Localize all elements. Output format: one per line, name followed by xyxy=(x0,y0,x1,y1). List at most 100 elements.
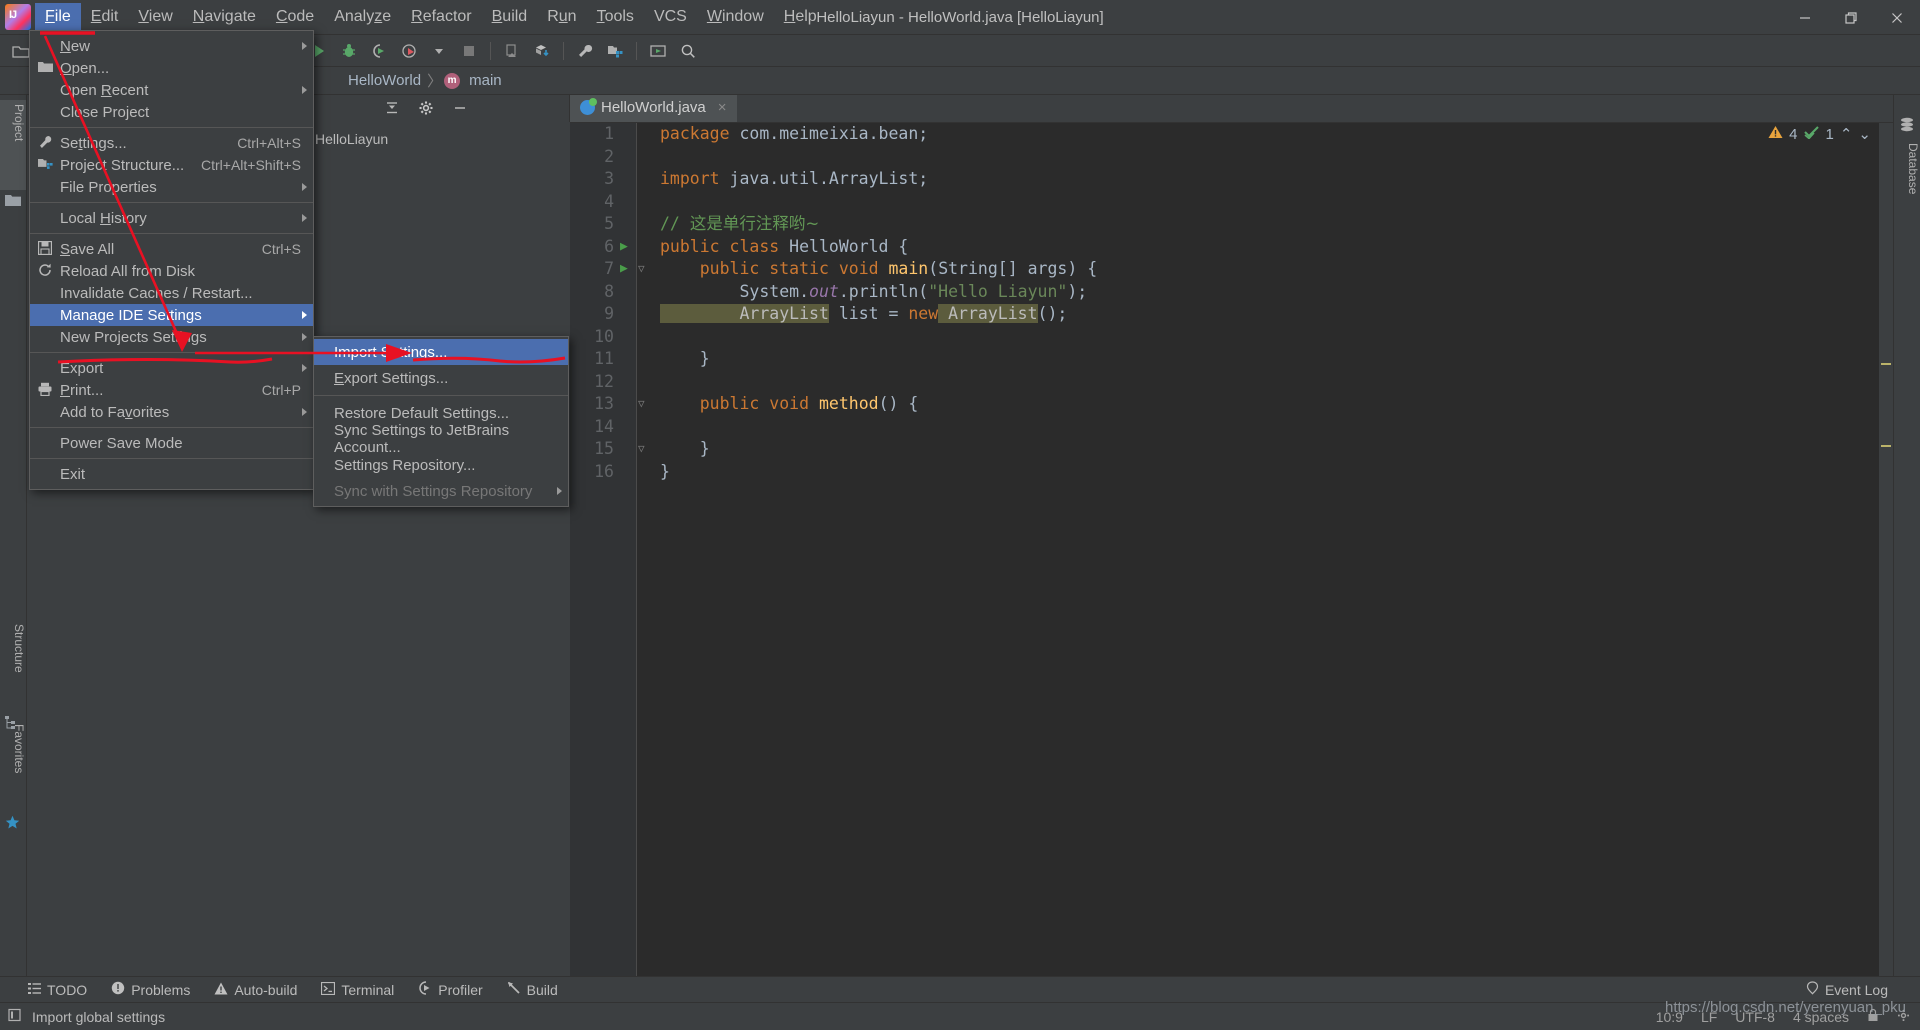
code-line[interactable]: 7 ▶ ▽ public static void main(String[] arg… xyxy=(570,258,1893,281)
menu-item-new[interactable]: New xyxy=(30,35,313,57)
editor-tab-helloworld-java[interactable]: HelloWorld.java × xyxy=(570,95,737,122)
menu-item-sync-settings-to-jetbrains-account[interactable]: Sync Settings to JetBrains Account... xyxy=(314,422,568,456)
menubar-item-code[interactable]: Code xyxy=(266,3,324,31)
menu-item-export[interactable]: Export xyxy=(30,357,313,379)
menu-item-file-properties[interactable]: File Properties xyxy=(30,176,313,198)
menu-item-settings[interactable]: Settings... Ctrl+Alt+S xyxy=(30,132,313,154)
code-line[interactable]: 4 xyxy=(570,191,1893,214)
menubar-item-build[interactable]: Build xyxy=(482,3,538,31)
tool-window-build[interactable]: Build xyxy=(507,981,558,998)
code-line[interactable]: 12 xyxy=(570,371,1893,394)
breadcrumb-method[interactable]: main xyxy=(465,72,506,89)
sync-gradle-icon[interactable] xyxy=(527,38,557,64)
select-target-icon[interactable] xyxy=(643,38,673,64)
menu-item-invalidate-caches-restart[interactable]: Invalidate Caches / Restart... xyxy=(30,282,313,304)
sidebar-item-favorites[interactable]: Favorites xyxy=(0,720,26,812)
close-icon[interactable]: × xyxy=(718,99,727,116)
tool-window-event-log[interactable]: Event Log xyxy=(1806,981,1888,998)
gear-icon[interactable] xyxy=(409,95,443,121)
chevron-down-icon[interactable] xyxy=(424,38,454,64)
previous-problem-icon[interactable]: ⌃ xyxy=(1840,125,1853,143)
search-everywhere-icon[interactable] xyxy=(673,38,703,64)
inspection-marker-bar[interactable] xyxy=(1879,123,1893,982)
marker-warning[interactable] xyxy=(1881,445,1891,447)
menu-item-reload-all-from-disk[interactable]: Reload All from Disk xyxy=(30,260,313,282)
menu-item-new-projects-settings[interactable]: New Projects Settings xyxy=(30,326,313,348)
project-structure-icon[interactable] xyxy=(600,38,630,64)
menu-item-local-history[interactable]: Local History xyxy=(30,207,313,229)
close-icon[interactable] xyxy=(1874,0,1920,35)
menu-item-project-structure[interactable]: Project Structure... Ctrl+Alt+Shift+S xyxy=(30,154,313,176)
menubar-item-navigate[interactable]: Navigate xyxy=(183,3,266,31)
settings-wrench-icon[interactable] xyxy=(570,38,600,64)
code-line[interactable]: 14 xyxy=(570,416,1893,439)
menu-item-export-settings[interactable]: Export Settings... xyxy=(314,365,568,391)
line-separator[interactable]: LF xyxy=(1701,1009,1717,1025)
inspection-widget[interactable]: 4 1 ⌃ ⌄ xyxy=(1768,125,1871,143)
menubar-item-help[interactable]: Help xyxy=(774,3,827,31)
menu-item-close-project[interactable]: Close Project xyxy=(30,101,313,123)
tool-window-terminal[interactable]: Terminal xyxy=(321,981,394,998)
sidebar-item-project[interactable]: Project xyxy=(0,100,26,190)
menu-item-open-recent[interactable]: Open Recent xyxy=(30,79,313,101)
menubar-item-window[interactable]: Window xyxy=(697,3,774,31)
menubar-item-refactor[interactable]: Refactor xyxy=(401,3,481,31)
menubar-item-run[interactable]: Run xyxy=(537,3,586,31)
debug-icon[interactable] xyxy=(334,38,364,64)
tool-window-problems[interactable]: Problems xyxy=(111,981,190,998)
caret-position[interactable]: 10:9 xyxy=(1656,1009,1683,1025)
menu-item-print[interactable]: Print... Ctrl+P xyxy=(30,379,313,401)
fold-gutter-icon[interactable]: ▽ xyxy=(638,393,650,416)
tool-window-auto-build[interactable]: Auto-build xyxy=(214,982,297,998)
fold-gutter-icon[interactable]: ▽ xyxy=(638,438,650,461)
lock-icon[interactable] xyxy=(1867,1008,1879,1025)
code-line[interactable]: 16} xyxy=(570,461,1893,484)
code-line[interactable]: 8 System.out.println("Hello Liayun"); xyxy=(570,281,1893,304)
breadcrumb-project[interactable]: HelloWorld xyxy=(344,72,425,89)
code-line[interactable]: 1 package com.meimeixia.bean; xyxy=(570,123,1893,146)
sidebar-item-database[interactable]: Database xyxy=(1894,143,1920,194)
sidebar-item-structure[interactable]: Structure xyxy=(0,620,26,712)
menu-item-power-save-mode[interactable]: Power Save Mode xyxy=(30,432,313,454)
run-coverage-icon[interactable] xyxy=(364,38,394,64)
code-line[interactable]: 2 xyxy=(570,146,1893,169)
file-menu-popup[interactable]: New Open... Open Recent Close Project Settin… xyxy=(29,30,314,490)
minimize-icon[interactable] xyxy=(1782,0,1828,35)
code-line[interactable]: 15 ▽ } xyxy=(570,438,1893,461)
tool-window-todo[interactable]: TODO xyxy=(28,982,87,998)
menubar-item-view[interactable]: View xyxy=(128,3,182,31)
run-gutter-icon[interactable]: ▶ xyxy=(620,236,632,259)
code-line[interactable]: 10 xyxy=(570,326,1893,349)
menu-item-save-all[interactable]: Save All Ctrl+S xyxy=(30,238,313,260)
menu-item-open[interactable]: Open... xyxy=(30,57,313,79)
menubar-item-analyze[interactable]: Analyze xyxy=(324,3,401,31)
manage-ide-settings-submenu[interactable]: Import Settings... Export Settings... Rest… xyxy=(313,336,569,507)
code-line[interactable]: 6 ▶ public class HelloWorld { xyxy=(570,236,1893,259)
menu-item-manage-ide-settings[interactable]: Manage IDE Settings xyxy=(30,304,313,326)
file-encoding[interactable]: UTF-8 xyxy=(1735,1009,1775,1025)
code-line[interactable]: 13 ▽ public void method() { xyxy=(570,393,1893,416)
code-line[interactable]: 3 import java.util.ArrayList; xyxy=(570,168,1893,191)
hide-icon[interactable] xyxy=(443,95,477,121)
menubar-item-vcs[interactable]: VCS xyxy=(644,3,697,31)
code-lines[interactable]: 1 package com.meimeixia.bean; 2 3 import jav… xyxy=(570,123,1893,982)
fold-gutter-icon[interactable]: ▽ xyxy=(638,258,650,281)
next-problem-icon[interactable]: ⌄ xyxy=(1858,125,1871,143)
code-editor[interactable]: 1 package com.meimeixia.bean; 2 3 import jav… xyxy=(570,123,1893,982)
gear-icon[interactable] xyxy=(1897,1009,1910,1025)
maximize-icon[interactable] xyxy=(1828,0,1874,35)
menu-item-settings-repository[interactable]: Settings Repository... xyxy=(314,452,568,478)
device-icon[interactable] xyxy=(497,38,527,64)
profile-icon[interactable] xyxy=(394,38,424,64)
menu-item-exit[interactable]: Exit xyxy=(30,463,313,485)
code-line[interactable]: 5 // 这是单行注释哟~ xyxy=(570,213,1893,236)
menu-item-add-to-favorites[interactable]: Add to Favorites xyxy=(30,401,313,423)
menu-item-import-settings[interactable]: Import Settings... xyxy=(314,339,568,365)
indent-setting[interactable]: 4 spaces xyxy=(1793,1009,1849,1025)
run-gutter-icon[interactable]: ▶ xyxy=(620,258,632,281)
menubar-item-tools[interactable]: Tools xyxy=(587,3,644,31)
code-line[interactable]: 11 } xyxy=(570,348,1893,371)
menubar-item-file[interactable]: File xyxy=(35,3,81,31)
menubar-item-edit[interactable]: Edit xyxy=(81,3,129,31)
tool-window-profiler[interactable]: Profiler xyxy=(418,981,483,998)
